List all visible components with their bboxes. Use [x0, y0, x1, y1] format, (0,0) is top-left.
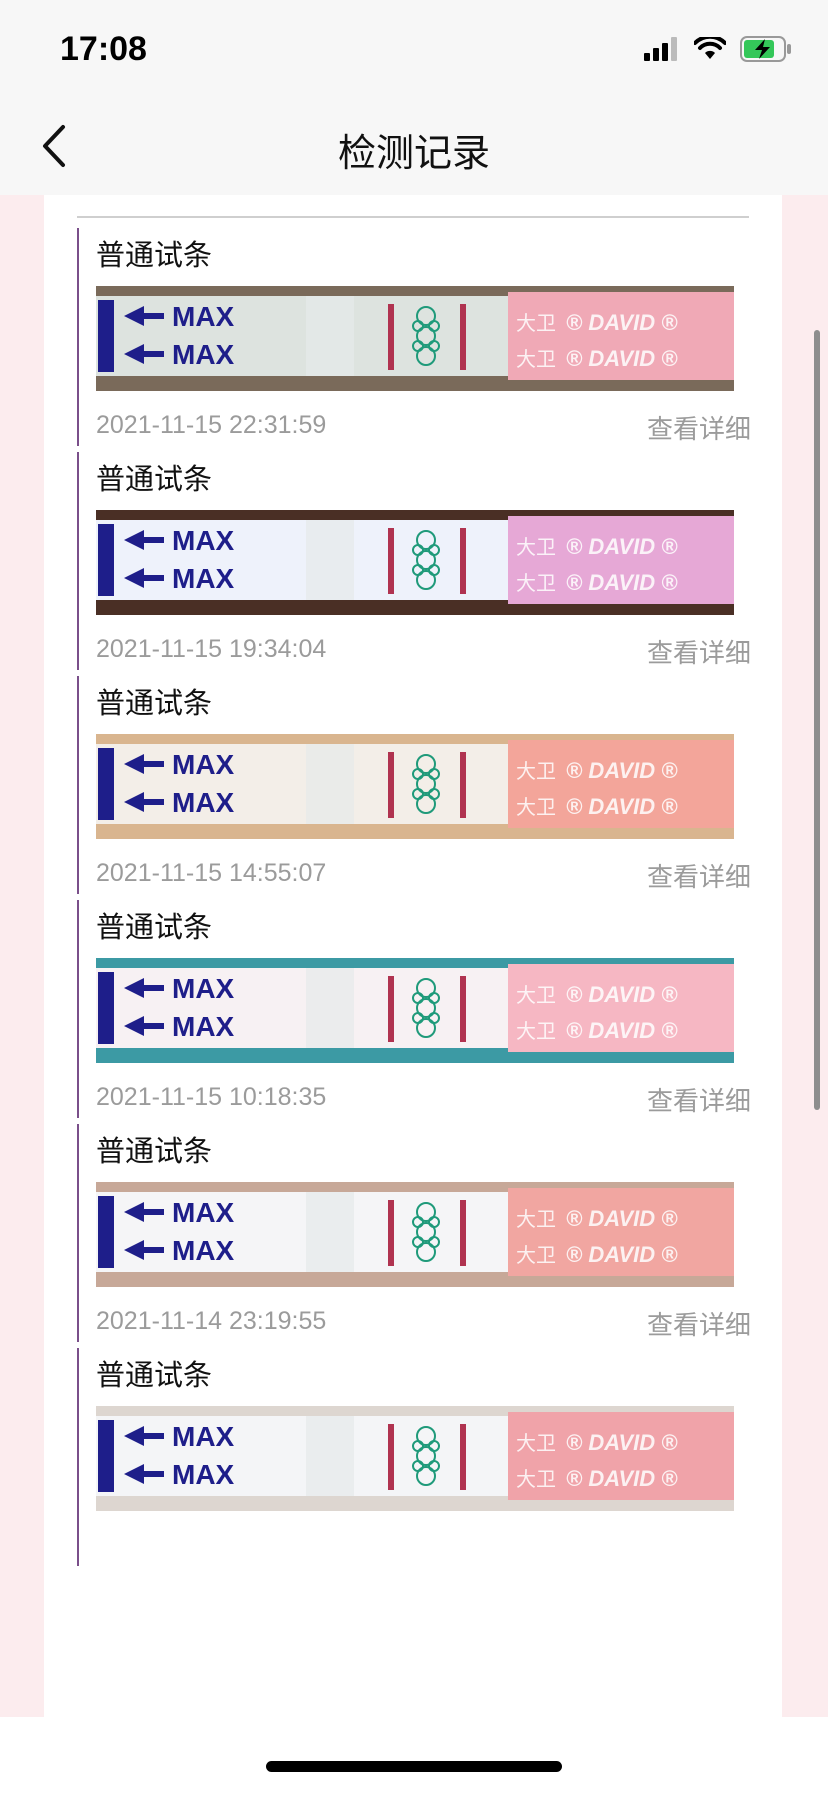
- strip-brand-cn-top: 大卫: [516, 983, 556, 1007]
- strip-max-text-top: MAX: [172, 1421, 235, 1452]
- record-item[interactable]: 普通试条 MAX MAX 大卫 ® DAVID ® 大卫 ® DAVID ® 2…: [77, 228, 751, 446]
- strip-brand-cn-bottom: 大卫: [516, 571, 556, 595]
- record-item[interactable]: 普通试条 MAX MAX 大卫 ® DAVID ® 大卫 ® DAVID ®: [77, 1348, 751, 1566]
- strip-max-text-bottom: MAX: [172, 1459, 235, 1490]
- strip-max-text-top: MAX: [172, 301, 235, 332]
- status-bar: 17:08: [0, 0, 828, 100]
- record-type: 普通试条: [96, 1134, 213, 1168]
- strip-photo[interactable]: MAX MAX 大卫 ® DAVID ® 大卫 ® DAVID ®: [96, 734, 734, 839]
- record-item[interactable]: 普通试条 MAX MAX 大卫 ® DAVID ® 大卫 ® DAVID ® 2…: [77, 1124, 751, 1342]
- strip-max-text-bottom: MAX: [172, 563, 235, 594]
- test-strip-image: MAX MAX 大卫 ® DAVID ® 大卫 ® DAVID ®: [96, 1182, 734, 1287]
- status-time: 17:08: [60, 30, 147, 68]
- test-strip-image: MAX MAX 大卫 ® DAVID ® 大卫 ® DAVID ®: [96, 734, 734, 839]
- scrollbar[interactable]: [814, 330, 820, 1110]
- test-strip-image: MAX MAX 大卫 ® DAVID ® 大卫 ® DAVID ®: [96, 510, 734, 615]
- page-title: 检测记录: [337, 131, 490, 175]
- signal-icon: [644, 36, 680, 66]
- record-type: 普通试条: [96, 910, 213, 944]
- strip-brand-top: ® DAVID ®: [566, 310, 678, 335]
- strip-brand-cn-bottom: 大卫: [516, 347, 556, 371]
- strip-brand-bottom: ® DAVID ®: [566, 570, 678, 595]
- record-item[interactable]: 普通试条 MAX MAX 大卫 ® DAVID ® 大卫 ® DAVID ® 2…: [77, 452, 751, 670]
- strip-max-text-bottom: MAX: [172, 787, 235, 818]
- status-icons: [644, 34, 792, 68]
- strip-brand-cn-top: 大卫: [516, 759, 556, 783]
- view-detail-link[interactable]: 查看详细: [647, 1305, 751, 1342]
- strip-brand-cn-top: 大卫: [516, 1207, 556, 1231]
- strip-brand-top: ® DAVID ®: [566, 1206, 678, 1231]
- record-date: 2021-11-14 23:19:55: [96, 1307, 327, 1335]
- view-detail-link[interactable]: 查看详细: [647, 857, 751, 894]
- test-strip-image: MAX MAX 大卫 ® DAVID ® 大卫 ® DAVID ®: [96, 286, 734, 391]
- strip-brand-top: ® DAVID ®: [566, 758, 678, 783]
- view-detail-link[interactable]: 查看详细: [647, 633, 751, 670]
- strip-photo[interactable]: MAX MAX 大卫 ® DAVID ® 大卫 ® DAVID ®: [96, 1182, 734, 1287]
- record-list[interactable]: 普通试条 MAX MAX 大卫 ® DAVID ® 大卫 ® DAVID ® 2…: [44, 195, 782, 1717]
- record-date: 2021-11-15 22:31:59: [96, 411, 327, 439]
- strip-brand-bottom: ® DAVID ®: [566, 1242, 678, 1267]
- record-type: 普通试条: [96, 1358, 213, 1392]
- strip-photo[interactable]: MAX MAX 大卫 ® DAVID ® 大卫 ® DAVID ®: [96, 958, 734, 1063]
- record-type: 普通试条: [96, 238, 213, 272]
- strip-photo[interactable]: MAX MAX 大卫 ® DAVID ® 大卫 ® DAVID ®: [96, 510, 734, 615]
- strip-brand-bottom: ® DAVID ®: [566, 1018, 678, 1043]
- nav-bar: 检测记录: [0, 100, 828, 195]
- divider: [77, 216, 749, 218]
- record-date: 2021-11-15 10:18:35: [96, 1083, 327, 1111]
- wifi-icon: [693, 34, 727, 66]
- record-item[interactable]: 普通试条 MAX MAX 大卫 ® DAVID ® 大卫 ® DAVID ® 2…: [77, 676, 751, 894]
- strip-max-text-bottom: MAX: [172, 339, 235, 370]
- strip-brand-cn-top: 大卫: [516, 311, 556, 335]
- strip-photo[interactable]: MAX MAX 大卫 ® DAVID ® 大卫 ® DAVID ®: [96, 286, 734, 391]
- strip-brand-bottom: ® DAVID ®: [566, 346, 678, 371]
- test-strip-image: MAX MAX 大卫 ® DAVID ® 大卫 ® DAVID ®: [96, 958, 734, 1063]
- strip-brand-bottom: ® DAVID ®: [566, 1466, 678, 1491]
- test-strip-image: MAX MAX 大卫 ® DAVID ® 大卫 ® DAVID ®: [96, 1406, 734, 1511]
- strip-brand-cn-top: 大卫: [516, 1431, 556, 1455]
- strip-brand-top: ® DAVID ®: [566, 1430, 678, 1455]
- view-detail-link[interactable]: 查看详细: [647, 409, 751, 446]
- strip-brand-cn-top: 大卫: [516, 535, 556, 559]
- strip-brand-cn-bottom: 大卫: [516, 795, 556, 819]
- strip-brand-bottom: ® DAVID ®: [566, 794, 678, 819]
- strip-brand-top: ® DAVID ®: [566, 982, 678, 1007]
- bottom-area: [0, 1717, 828, 1793]
- record-date: 2021-11-15 19:34:04: [96, 635, 327, 663]
- home-indicator[interactable]: [266, 1761, 562, 1772]
- record-date: 2021-11-15 14:55:07: [96, 859, 327, 887]
- strip-max-text-bottom: MAX: [172, 1011, 235, 1042]
- strip-max-text-bottom: MAX: [172, 1235, 235, 1266]
- strip-max-text-top: MAX: [172, 1197, 235, 1228]
- record-type: 普通试条: [96, 686, 213, 720]
- view-detail-link[interactable]: 查看详细: [647, 1081, 751, 1118]
- record-item[interactable]: 普通试条 MAX MAX 大卫 ® DAVID ® 大卫 ® DAVID ® 2…: [77, 900, 751, 1118]
- strip-photo[interactable]: MAX MAX 大卫 ® DAVID ® 大卫 ® DAVID ®: [96, 1406, 734, 1511]
- strip-max-text-top: MAX: [172, 525, 235, 556]
- strip-brand-top: ® DAVID ®: [566, 534, 678, 559]
- strip-max-text-top: MAX: [172, 749, 235, 780]
- battery-charging-icon: [740, 35, 792, 67]
- strip-brand-cn-bottom: 大卫: [516, 1467, 556, 1491]
- record-type: 普通试条: [96, 462, 213, 496]
- strip-max-text-top: MAX: [172, 973, 235, 1004]
- strip-brand-cn-bottom: 大卫: [516, 1243, 556, 1267]
- strip-brand-cn-bottom: 大卫: [516, 1019, 556, 1043]
